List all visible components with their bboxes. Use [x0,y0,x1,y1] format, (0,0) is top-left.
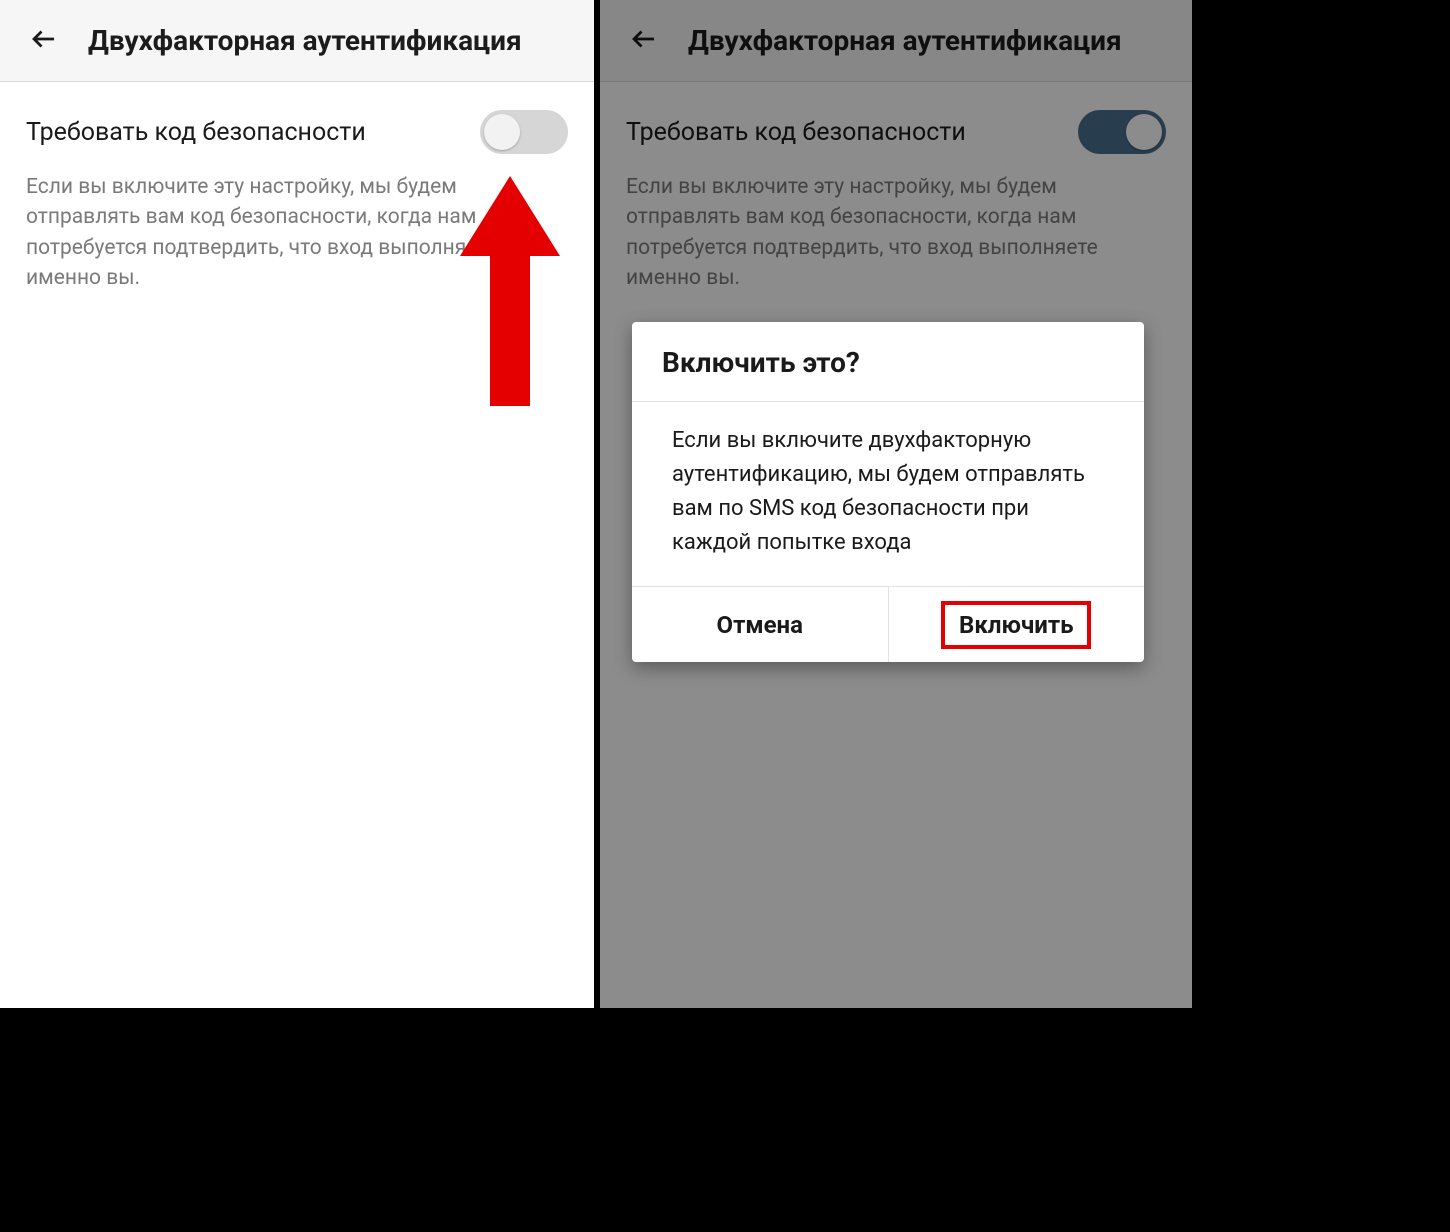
confirm-label: Включить [941,601,1091,649]
toggle-row: Требовать код безопасности [0,82,594,172]
toggle-knob [484,114,520,150]
page-title: Двухфакторная аутентификация [88,24,522,57]
cancel-button[interactable]: Отмена [632,587,888,662]
toggle-description: Если вы включите эту настройку, мы будем… [0,172,594,294]
dialog-actions: Отмена Включить [632,586,1144,662]
toggle-label: Требовать код безопасности [26,118,366,147]
dialog-title: Включить это? [632,322,1144,402]
back-button[interactable] [20,17,68,65]
pane-step-2: Двухфакторная аутентификация Требовать к… [596,0,1192,1008]
dialog-body: Если вы включите двухфакторную аутентифи… [632,402,1144,586]
arrow-left-icon [29,24,59,58]
pane-step-1: Двухфакторная аутентификация Требовать к… [0,0,596,1008]
cancel-label: Отмена [717,611,803,639]
confirm-button[interactable]: Включить [889,587,1145,662]
confirm-dialog: Включить это? Если вы включите двухфакто… [632,322,1144,662]
require-code-toggle[interactable] [480,110,568,154]
app-header: Двухфакторная аутентификация [0,0,594,82]
